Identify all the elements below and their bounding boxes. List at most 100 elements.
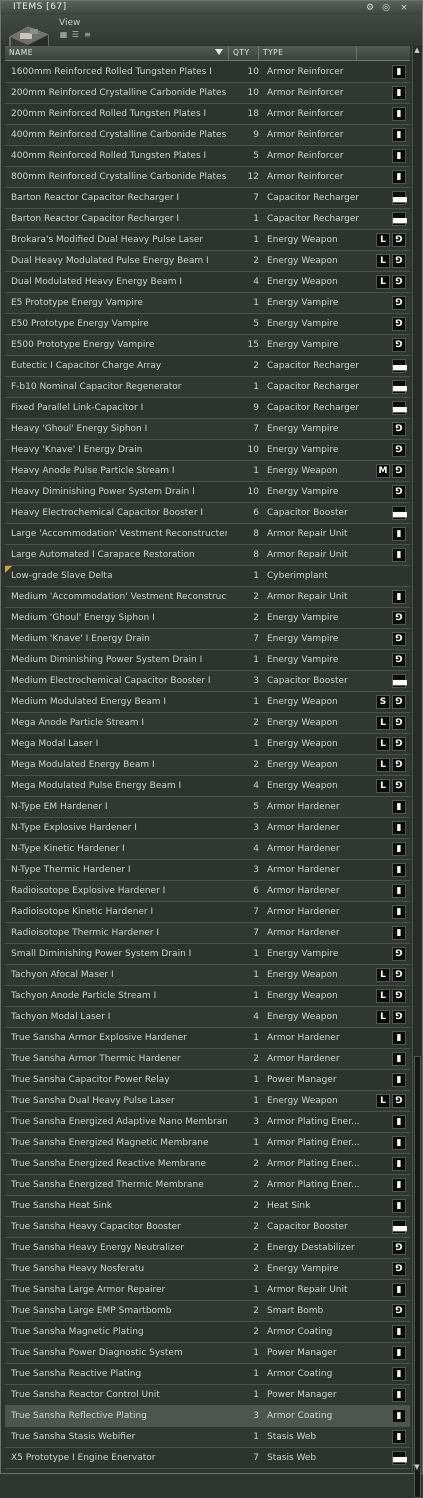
table-row[interactable]: N-Type EM Hardener I 5 Armor Hardener ▮ [5, 797, 410, 818]
table-row[interactable]: Small Diminishing Power System Drain I 1E… [5, 944, 410, 965]
item-type: Energy Weapon [267, 235, 338, 245]
table-row[interactable]: True Sansha Heavy Nosferatu 2 Energy Vampi… [5, 1259, 410, 1280]
column-name[interactable]: NAME [5, 46, 229, 60]
table-row[interactable]: Mega Modulated Pulse Energy Beam I 4 Energ… [5, 776, 410, 797]
table-row[interactable]: F-b10 Nominal Capacitor Regenerator 1 Capa… [5, 377, 410, 398]
table-row[interactable]: True Sansha Power Diagnostic System 1 Powe… [5, 1343, 410, 1364]
table-row[interactable]: Medium 'Accommodation' Vestment Reconstr… [5, 587, 410, 608]
vertical-scrollbar[interactable]: ▲ ▼ [412, 46, 421, 1498]
table-row[interactable]: Heavy 'Ghoul' Energy Siphon I 7 Energy Vam… [5, 419, 410, 440]
table-row[interactable]: True Sansha Energized Thermic Membrane 2 A… [5, 1175, 410, 1196]
table-row[interactable]: True Sansha Stasis Webifier 1 Stasis Web ▮ [5, 1427, 410, 1448]
table-row[interactable]: Low-grade Slave Delta 1 Cyberimplant [5, 566, 410, 587]
low-slot-icon: ▮ [392, 1178, 406, 1192]
item-type: Armor Hardener [267, 823, 340, 833]
table-row[interactable]: Dual Heavy Modulated Pulse Energy Beam I… [5, 251, 410, 272]
column-qty[interactable]: QTY [229, 46, 259, 60]
resize-grip-icon[interactable]: ⋱ [412, 1463, 420, 1472]
table-row[interactable]: Tachyon Anode Particle Stream I 1 Energy W… [5, 986, 410, 1007]
item-type: Armor Repair Unit [267, 1285, 348, 1295]
table-row[interactable]: Tachyon Afocal Maser I 1 Energy Weapon ⅁ L [5, 965, 410, 986]
table-row[interactable]: Brokara's Modified Dual Heavy Pulse Lase… [5, 230, 410, 251]
table-row[interactable]: 400mm Reinforced Rolled Tungsten Plates … [5, 146, 410, 167]
high-slot-icon: ⅁ [392, 1304, 406, 1318]
table-row[interactable]: X5 Prototype I Engine Enervator 7 Stasis W… [5, 1448, 410, 1469]
table-row[interactable]: Medium Diminishing Power System Drain I 1… [5, 650, 410, 671]
table-row[interactable]: Large 'Accommodation' Vestment Reconstru… [5, 524, 410, 545]
table-row[interactable]: Heavy Anode Pulse Particle Stream I 1 Ener… [5, 461, 410, 482]
table-row[interactable]: Barton Reactor Capacitor Recharger I 7 Cap… [5, 188, 410, 209]
table-row[interactable]: Radioisotope Explosive Hardener I 6 Armor … [5, 881, 410, 902]
window-titlebar[interactable]: ITEMS [67] ⚙ ◎ × [1, 1, 422, 15]
table-row[interactable]: 400mm Reinforced Crystalline Carbonide P… [5, 125, 410, 146]
table-row[interactable]: E50 Prototype Energy Vampire 5 Energy Vamp… [5, 314, 410, 335]
table-row[interactable]: True Sansha Heavy Energy Neutralizer 2 Ene… [5, 1238, 410, 1259]
table-row[interactable]: True Sansha Large EMP Smartbomb 2 Smart Bo… [5, 1301, 410, 1322]
item-name: Barton Reactor Capacitor Recharger I [11, 193, 180, 203]
table-row[interactable]: 800mm Reinforced Crystalline Carbonide P… [5, 167, 410, 188]
table-row[interactable]: 1600mm Reinforced Rolled Tungsten Plates… [5, 62, 410, 83]
item-name: Radioisotope Thermic Hardener I [11, 928, 160, 938]
scroll-up-icon[interactable]: ▲ [413, 46, 421, 54]
table-row[interactable]: Radioisotope Kinetic Hardener I 7 Armor Ha… [5, 902, 410, 923]
minimize-icon[interactable]: ◎ [381, 3, 391, 13]
table-row[interactable]: Mega Anode Particle Stream I 2 Energy Weap… [5, 713, 410, 734]
item-type: Armor Reinforcer [267, 151, 344, 161]
list-view-icon[interactable]: ≡ [83, 31, 92, 39]
item-type: Armor Plating Ener... [267, 1159, 359, 1169]
item-name: Barton Reactor Capacitor Recharger I [11, 214, 180, 224]
table-row[interactable]: N-Type Explosive Hardener I 3 Armor Harden… [5, 818, 410, 839]
details-view-icon[interactable]: ☰ [71, 31, 80, 39]
table-row[interactable]: True Sansha Armor Explosive Hardener 1 Arm… [5, 1028, 410, 1049]
table-row[interactable]: True Sansha Energized Adaptive Nano Memb… [5, 1112, 410, 1133]
table-row[interactable]: True Sansha Magnetic Plating 2 Armor Coati… [5, 1322, 410, 1343]
table-row[interactable]: E5 Prototype Energy Vampire 1 Energy Vampi… [5, 293, 410, 314]
table-row[interactable]: Mega Modulated Energy Beam I 2 Energy Weap… [5, 755, 410, 776]
high-slot-icon: ⅁ [392, 1241, 406, 1255]
table-row[interactable]: True Sansha Capacitor Power Relay 1 Power … [5, 1070, 410, 1091]
table-row[interactable]: Barton Reactor Capacitor Recharger I 1 Cap… [5, 209, 410, 230]
table-row[interactable]: True Sansha Large Armor Repairer 1 Armor R… [5, 1280, 410, 1301]
table-row[interactable]: E500 Prototype Energy Vampire 15 Energy Va… [5, 335, 410, 356]
table-row[interactable]: Large Automated I Carapace Restoration 8 A… [5, 545, 410, 566]
table-row[interactable]: True Sansha Reactor Control Unit 1 Power M… [5, 1385, 410, 1406]
column-type[interactable]: TYPE [259, 46, 357, 60]
table-row[interactable]: Medium Modulated Energy Beam I 1 Energy We… [5, 692, 410, 713]
item-name: Mega Modulated Energy Beam I [11, 760, 155, 770]
table-row[interactable]: N-Type Thermic Hardener I 3 Armor Hardener… [5, 860, 410, 881]
table-row[interactable]: True Sansha Reactive Plating 1 Armor Coati… [5, 1364, 410, 1385]
table-row[interactable]: True Sansha Energized Magnetic Membrane 1… [5, 1133, 410, 1154]
table-row[interactable]: Eutectic I Capacitor Charge Array 2 Capaci… [5, 356, 410, 377]
table-row[interactable]: True Sansha Heavy Capacitor Booster 2 Capa… [5, 1217, 410, 1238]
table-row[interactable]: Heavy Electrochemical Capacitor Booster … [5, 503, 410, 524]
column-extra[interactable] [357, 46, 410, 60]
table-row[interactable]: True Sansha Energized Reactive Membrane 2… [5, 1154, 410, 1175]
item-qty: 1 [253, 571, 259, 581]
table-row[interactable]: Heavy Diminishing Power System Drain I 10… [5, 482, 410, 503]
charge-size-badge: L [376, 989, 390, 1003]
settings-icon[interactable]: ⚙ [365, 3, 375, 13]
item-qty: 7 [253, 424, 259, 434]
table-row[interactable]: 200mm Reinforced Rolled Tungsten Plates … [5, 104, 410, 125]
table-row[interactable]: Dual Modulated Heavy Energy Beam I 4 Energ… [5, 272, 410, 293]
table-row[interactable]: 200mm Reinforced Crystalline Carbonide P… [5, 83, 410, 104]
table-row[interactable]: Heavy 'Knave' I Energy Drain 10 Energy Vam… [5, 440, 410, 461]
table-row[interactable]: Medium Electrochemical Capacitor Booster… [5, 671, 410, 692]
item-name: True Sansha Heavy Energy Neutralizer [11, 1243, 185, 1253]
high-slot-icon: ⅁ [392, 464, 406, 478]
table-row[interactable]: Mega Modal Laser I 1 Energy Weapon ⅁ L [5, 734, 410, 755]
table-row[interactable]: True Sansha Reflective Plating 3 Armor Coa… [5, 1406, 410, 1427]
icons-view-icon[interactable]: ▦ [59, 31, 68, 39]
table-row[interactable]: N-Type Kinetic Hardener I 4 Armor Hardener… [5, 839, 410, 860]
table-row[interactable]: Tachyon Modal Laser I 4 Energy Weapon ⅁ L [5, 1007, 410, 1028]
scrollbar-thumb[interactable] [414, 1056, 421, 1498]
table-row[interactable]: True Sansha Dual Heavy Pulse Laser 1 Energ… [5, 1091, 410, 1112]
table-row[interactable]: Fixed Parallel Link-Capacitor I 9 Capacito… [5, 398, 410, 419]
low-slot-icon: ▮ [392, 1367, 406, 1381]
table-row[interactable]: True Sansha Armor Thermic Hardener 2 Armor… [5, 1049, 410, 1070]
table-row[interactable]: Radioisotope Thermic Hardener I 7 Armor Ha… [5, 923, 410, 944]
table-row[interactable]: Medium 'Ghoul' Energy Siphon I 2 Energy Va… [5, 608, 410, 629]
table-row[interactable]: Medium 'Knave' I Energy Drain 7 Energy Vam… [5, 629, 410, 650]
table-row[interactable]: True Sansha Heat Sink 2 Heat Sink ▮ [5, 1196, 410, 1217]
close-icon[interactable]: × [399, 3, 409, 13]
